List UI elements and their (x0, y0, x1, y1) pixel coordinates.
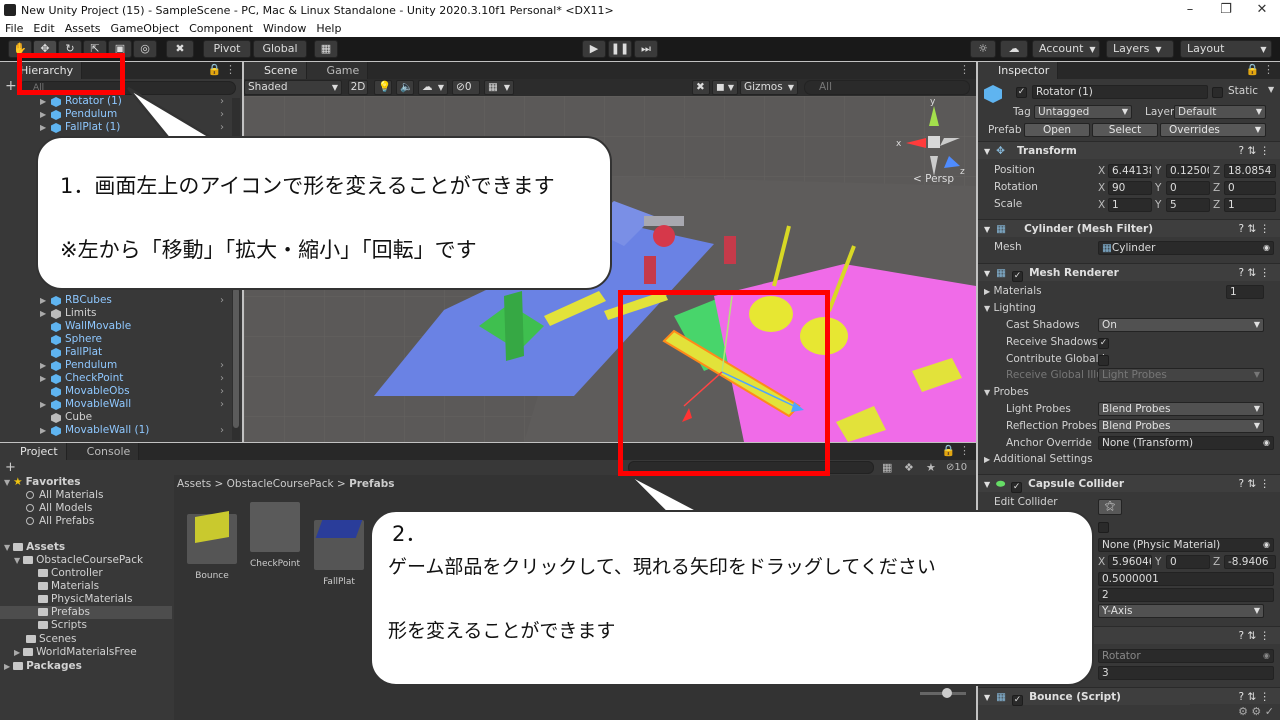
callout1-tail (127, 86, 216, 144)
callout2-number: 2． (392, 522, 427, 546)
callout2-line1: ゲーム部品をクリックして、現れる矢印をドラッグしてください (388, 556, 936, 578)
callout1-line2: ※左から「移動」「拡大・縮小」「回転」です (60, 238, 477, 262)
highlight-box-object (618, 290, 830, 476)
callout-2: 2． ゲーム部品をクリックして、現れる矢印をドラッグしてください 形を変えること… (370, 510, 1094, 686)
callout2-line2: 形を変えることができます (388, 620, 616, 642)
callout-1: 1．画面左上のアイコンで形を変えることができます ※左から「移動」「拡大・縮小」… (36, 136, 612, 290)
callout1-line1: 1．画面左上のアイコンで形を変えることができます (60, 174, 555, 198)
